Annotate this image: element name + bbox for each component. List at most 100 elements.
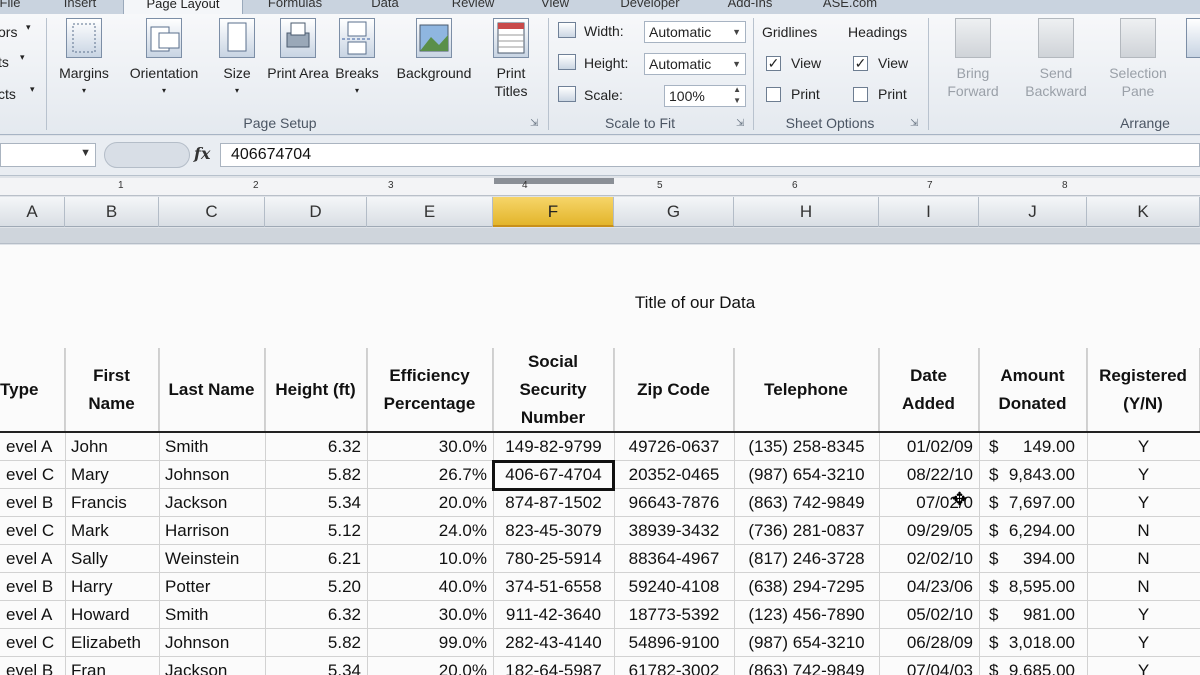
cell-amount-donated[interactable]: $7,697.00 <box>979 489 1087 517</box>
cell-date-added[interactable]: 02/02/10 <box>879 545 979 573</box>
cell-height[interactable]: 5.82 <box>265 461 367 489</box>
cell-ssn[interactable]: 874-87-1502 <box>493 489 614 517</box>
cell-first-name[interactable]: Sally <box>65 545 159 573</box>
tab-data[interactable]: Data <box>360 0 410 14</box>
orientation-button[interactable]: Orientation ▾ <box>120 18 208 100</box>
cell-registered[interactable]: Y <box>1087 461 1200 489</box>
margins-button[interactable]: Margins ▾ <box>50 18 118 100</box>
cell-last-name[interactable]: Weinstein <box>159 545 265 573</box>
cell-zip-code[interactable]: 59240-4108 <box>614 573 734 601</box>
dialog-launcher-icon[interactable]: ⇲ <box>530 118 538 129</box>
cell-telephone[interactable]: (817) 246-3728 <box>734 545 879 573</box>
cell-date-added[interactable]: 09/29/05 <box>879 517 979 545</box>
column-header-g[interactable]: G <box>614 197 734 227</box>
cell-registered[interactable]: Y <box>1087 629 1200 657</box>
cell-amount-donated[interactable]: $9,843.00 <box>979 461 1087 489</box>
cell-height[interactable]: 5.12 <box>265 517 367 545</box>
tab-formulas[interactable]: Formulas <box>255 0 335 14</box>
themes-colors-partial[interactable]: ors <box>0 24 17 40</box>
header-registered[interactable]: Registered (Y/N) <box>1087 348 1200 432</box>
cell-first-name[interactable]: Mary <box>65 461 159 489</box>
cell-efficiency[interactable]: 26.7% <box>367 461 493 489</box>
cell-last-name[interactable]: Jackson <box>159 489 265 517</box>
active-cell-selection[interactable] <box>492 460 615 491</box>
cell-efficiency[interactable]: 20.0% <box>367 657 493 675</box>
cell-type[interactable]: evel B <box>0 573 65 601</box>
scale-spinner[interactable]: 100% ▲ ▼ <box>664 85 746 107</box>
cell-efficiency[interactable]: 30.0% <box>367 601 493 629</box>
cell-date-added[interactable]: 07/04/03 <box>879 657 979 675</box>
cell-height[interactable]: 5.82 <box>265 629 367 657</box>
cell-type[interactable]: evel A <box>0 545 65 573</box>
formula-input[interactable]: 406674704 <box>220 143 1200 167</box>
cell-ssn[interactable]: 780-25-5914 <box>493 545 614 573</box>
cell-first-name[interactable]: Elizabeth <box>65 629 159 657</box>
cell-type[interactable]: evel A <box>0 433 65 461</box>
header-zip-code[interactable]: Zip Code <box>614 348 734 432</box>
cell-amount-donated[interactable]: $8,595.00 <box>979 573 1087 601</box>
header-height[interactable]: Height (ft) <box>265 348 367 432</box>
spinner-arrows-icon[interactable]: ▲ ▼ <box>733 84 741 106</box>
tab-ase[interactable]: ASE.com <box>805 0 895 14</box>
cell-zip-code[interactable]: 61782-3002 <box>614 657 734 675</box>
cell-date-added[interactable]: 08/22/10 <box>879 461 979 489</box>
cell-telephone[interactable]: (863) 742-9849 <box>734 657 879 675</box>
cell-ssn[interactable]: 374-51-6558 <box>493 573 614 601</box>
send-backward-button[interactable]: Send Backward <box>1014 18 1098 100</box>
cell-efficiency[interactable]: 40.0% <box>367 573 493 601</box>
chevron-down-icon[interactable]: ▼ <box>80 147 91 159</box>
cell-efficiency[interactable]: 99.0% <box>367 629 493 657</box>
cell-first-name[interactable]: Howard <box>65 601 159 629</box>
cell-type[interactable]: evel C <box>0 461 65 489</box>
cell-amount-donated[interactable]: $6,294.00 <box>979 517 1087 545</box>
cell-efficiency[interactable]: 24.0% <box>367 517 493 545</box>
width-select[interactable]: Automatic ▼ <box>644 21 746 43</box>
cell-amount-donated[interactable]: $3,018.00 <box>979 629 1087 657</box>
themes-effects-partial[interactable]: cts <box>0 86 16 102</box>
cell-first-name[interactable]: Francis <box>65 489 159 517</box>
worksheet-grid[interactable]: Title of our Data Type First Name Last N… <box>0 245 1200 675</box>
header-efficiency[interactable]: Efficiency Percentage <box>367 348 493 432</box>
headings-view-checkbox[interactable]: ✓ <box>853 56 868 71</box>
cell-first-name[interactable]: Fran <box>65 657 159 675</box>
themes-fonts-partial[interactable]: ts <box>0 54 9 70</box>
cell-last-name[interactable]: Jackson <box>159 657 265 675</box>
tab-page-layout[interactable]: Page Layout <box>123 0 243 14</box>
print-area-button[interactable]: Print Area <box>266 18 330 82</box>
cell-telephone[interactable]: (736) 281-0837 <box>734 517 879 545</box>
header-last-name[interactable]: Last Name <box>159 348 265 432</box>
cell-efficiency[interactable]: 10.0% <box>367 545 493 573</box>
cell-last-name[interactable]: Smith <box>159 433 265 461</box>
cell-height[interactable]: 5.20 <box>265 573 367 601</box>
header-ssn[interactable]: Social Security Number <box>493 348 614 432</box>
column-header-k[interactable]: K <box>1087 197 1200 227</box>
cell-ssn[interactable]: 182-64-5987 <box>493 657 614 675</box>
cell-type[interactable]: evel C <box>0 629 65 657</box>
tab-insert[interactable]: Insert <box>55 0 105 14</box>
header-first-name[interactable]: First Name <box>65 348 159 432</box>
cell-first-name[interactable]: Harry <box>65 573 159 601</box>
height-select[interactable]: Automatic ▼ <box>644 53 746 75</box>
column-header-f[interactable]: F <box>493 197 614 227</box>
cell-last-name[interactable]: Harrison <box>159 517 265 545</box>
cell-date-added[interactable]: 04/23/06 <box>879 573 979 601</box>
cell-amount-donated[interactable]: $394.00 <box>979 545 1087 573</box>
cell-height[interactable]: 5.34 <box>265 657 367 675</box>
cell-telephone[interactable]: (987) 654-3210 <box>734 461 879 489</box>
print-titles-button[interactable]: Print Titles <box>484 18 538 100</box>
cell-telephone[interactable]: (638) 294-7295 <box>734 573 879 601</box>
dialog-launcher-icon[interactable]: ⇲ <box>736 118 744 129</box>
background-button[interactable]: Background <box>386 18 482 82</box>
cell-registered[interactable]: N <box>1087 517 1200 545</box>
cell-last-name[interactable]: Johnson <box>159 629 265 657</box>
cell-registered[interactable]: N <box>1087 545 1200 573</box>
header-telephone[interactable]: Telephone <box>734 348 879 432</box>
tab-developer[interactable]: Developer <box>605 0 695 14</box>
cell-date-added[interactable]: 06/28/09 <box>879 629 979 657</box>
cell-registered[interactable]: Y <box>1087 489 1200 517</box>
cell-type[interactable]: evel C <box>0 517 65 545</box>
align-button-partial[interactable] <box>1180 18 1200 64</box>
cell-telephone[interactable]: (987) 654-3210 <box>734 629 879 657</box>
cell-zip-code[interactable]: 38939-3432 <box>614 517 734 545</box>
column-header-h[interactable]: H <box>734 197 879 227</box>
